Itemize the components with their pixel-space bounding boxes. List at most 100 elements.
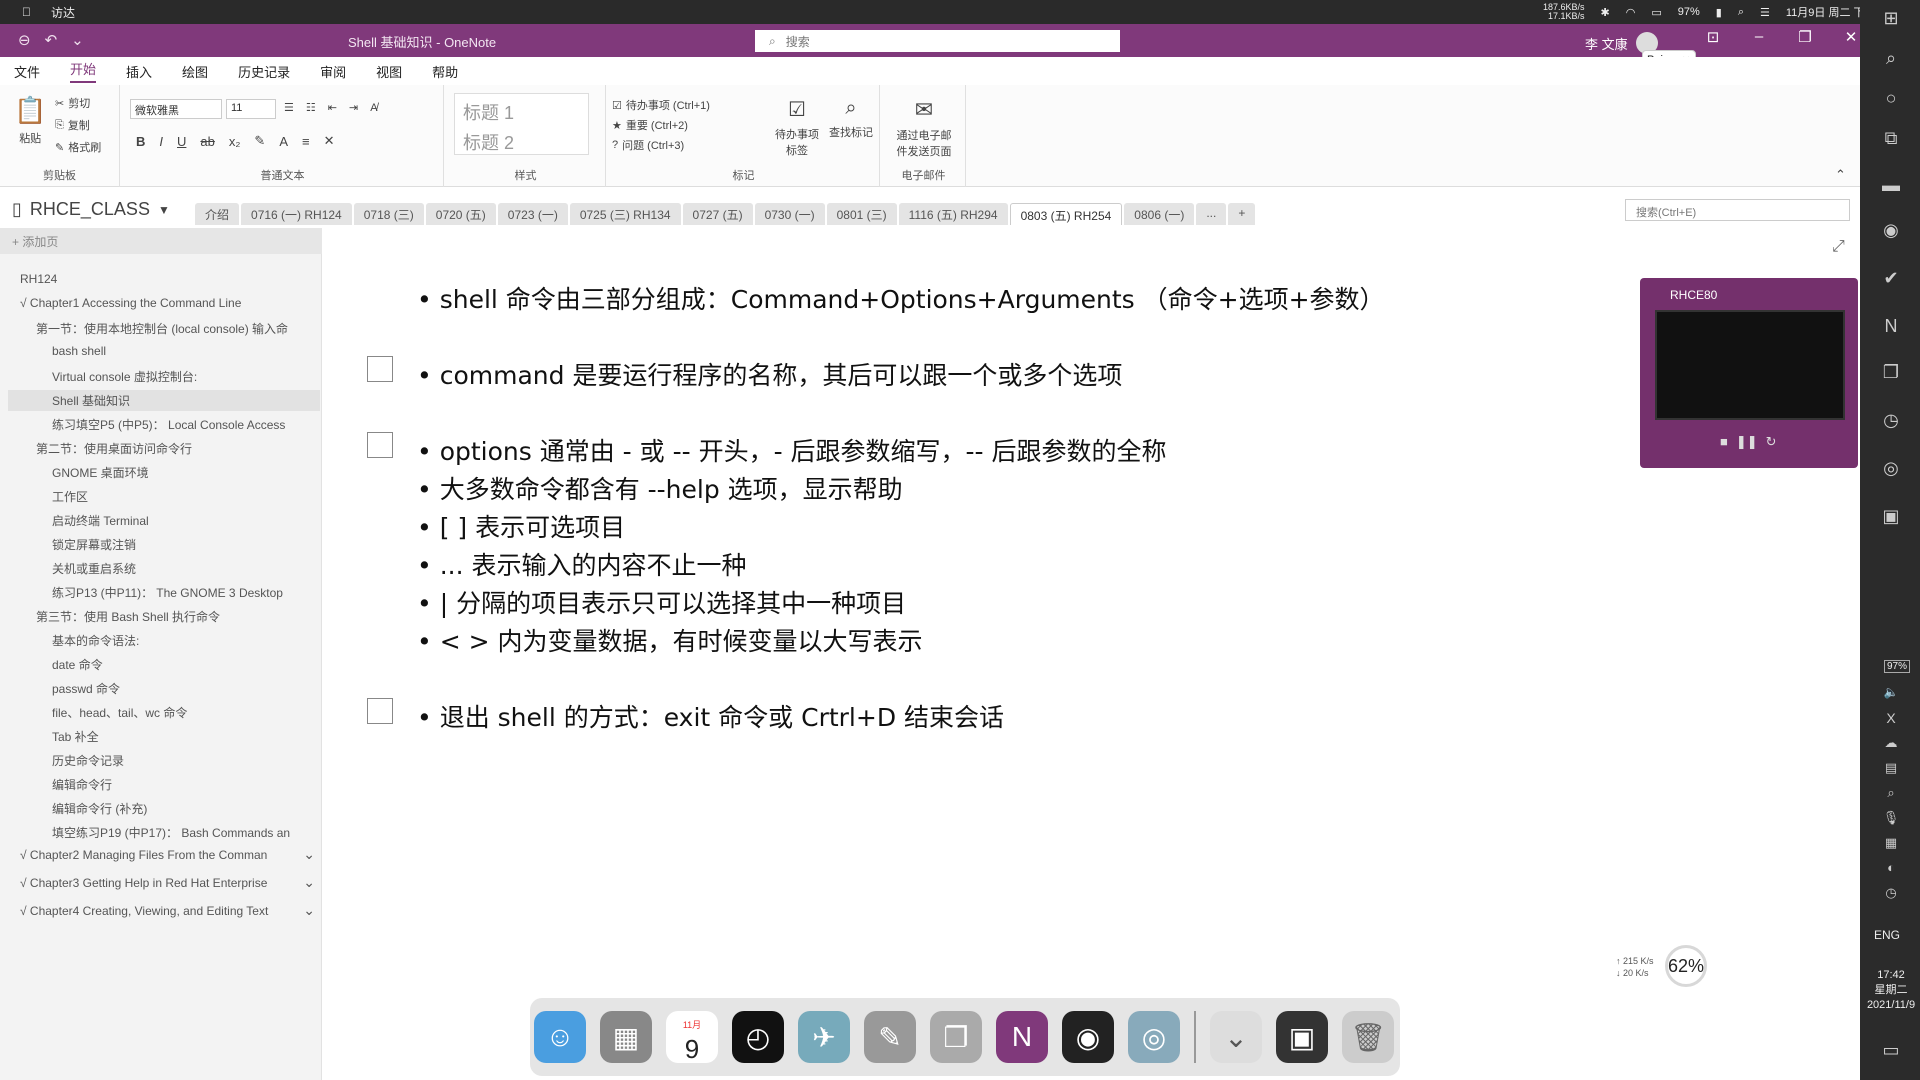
chapter-item[interactable]: √ Chapter3 Getting Help in Red Hat Enter… (20, 876, 292, 890)
vm-screen[interactable] (1655, 310, 1845, 420)
todo-checkbox[interactable] (367, 698, 393, 724)
menu-file[interactable]: 文件 (14, 62, 40, 81)
delete-icon[interactable]: ✕ (324, 133, 335, 149)
bold-icon[interactable]: B (136, 134, 145, 149)
bluetooth-icon[interactable]: ✱ (1601, 6, 1610, 19)
tab-section[interactable]: 0725 (三) RH134 (569, 203, 681, 225)
user-name[interactable]: 李 文康 (1585, 34, 1628, 53)
chevron-down-icon[interactable]: ⌄ (303, 874, 315, 891)
note-line[interactable]: • [ ] 表示可选项目 (417, 508, 625, 544)
tag-question[interactable]: ? 问题 (Ctrl+3) (612, 137, 684, 153)
font-family-select[interactable]: 微软雅黑 (130, 99, 222, 119)
chevron-down-icon[interactable]: ⌄ (303, 846, 315, 863)
minimize-icon[interactable]: – (1736, 28, 1782, 46)
tray-icon[interactable]: ▦ (1878, 835, 1904, 851)
note-line[interactable]: • shell 命令由三部分组成：Command+Options+Argumen… (417, 280, 1385, 316)
ribbon-display-icon[interactable]: ⊡ (1690, 28, 1736, 46)
subscript-icon[interactable]: x₂ (229, 134, 241, 149)
note-line[interactable]: • | 分隔的项目表示只可以选择其中一种项目 (417, 584, 906, 620)
tab-section[interactable]: 0801 (三) (826, 203, 897, 225)
spiral-task-icon[interactable]: ◎ (1878, 458, 1904, 479)
launchpad-icon[interactable]: ▦ (600, 1011, 652, 1063)
outdent-icon[interactable]: ⇤ (328, 101, 337, 114)
styles-gallery[interactable]: 标题 1 标题 2 (454, 93, 589, 155)
screen-icon[interactable]: ▣ (1276, 1011, 1328, 1063)
taskbar-clock[interactable]: 17:42 星期二 2021/11/9 (1862, 968, 1920, 1013)
volume-icon[interactable]: 🔈 (1878, 685, 1904, 699)
format-painter-button[interactable]: ✎ 格式刷 (55, 139, 101, 155)
find-tags-button[interactable]: ⌕ 查找标记 (826, 97, 876, 140)
tray-icon[interactable]: ⌕ (1878, 785, 1904, 801)
vm-preview-window[interactable]: RHCE80 ■ ❚❚ ↻ (1640, 278, 1858, 468)
note-line[interactable]: • options 通常由 - 或 -- 开头，- 后跟参数缩写，-- 后跟参数… (417, 432, 1167, 468)
page-item[interactable]: 基本的命令语法: (52, 632, 352, 649)
notebook-selector[interactable]: ▯ RHCE_CLASS ▼ (12, 199, 170, 220)
windows-start-icon[interactable]: ⊞ (1878, 8, 1904, 29)
x-icon[interactable]: X (1878, 710, 1904, 726)
todo-checkbox[interactable] (367, 432, 393, 458)
cut-button[interactable]: ✂ 剪切 (55, 95, 90, 111)
page-item[interactable]: Tab 补全 (52, 728, 352, 745)
task-view-icon[interactable]: ⧉ (1878, 128, 1904, 149)
finder-menu[interactable]: 访达 (51, 4, 75, 21)
email-page-button[interactable]: ✉ 通过电子邮件发送页面 (892, 97, 956, 159)
feather-icon[interactable]: ✈ (798, 1011, 850, 1063)
page-item[interactable]: 第三节：使用 Bash Shell 执行命令 (36, 608, 336, 625)
calendar-icon[interactable]: 11月 9 (666, 1011, 718, 1063)
cloud-icon[interactable]: ☁ (1878, 735, 1904, 751)
collapse-ribbon-icon[interactable]: ⌃ (1835, 167, 1846, 183)
browser-icon[interactable]: ◉ (1878, 220, 1904, 241)
style-heading2[interactable]: 标题 2 (463, 128, 580, 158)
page-item[interactable]: date 命令 (52, 656, 352, 673)
bullets-icon[interactable]: ☰ (284, 101, 294, 114)
cortana-icon[interactable]: ○ (1878, 88, 1904, 109)
page-item[interactable]: 第一节：使用本地控制台 (local console) 输入命 (36, 320, 336, 337)
todo-tag-button[interactable]: ☑ 待办事项标签 (772, 97, 822, 158)
note-line[interactable]: • 退出 shell 的方式：exit 命令或 Crtrl+D 结束会话 (417, 698, 1004, 734)
tag-important[interactable]: ★ 重要 (Ctrl+2) (612, 117, 688, 133)
undo-icon[interactable]: ↶ (45, 31, 58, 49)
input-language[interactable]: ENG (1874, 928, 1900, 942)
strikethrough-icon[interactable]: ab (200, 134, 214, 149)
add-page-button[interactable]: + 添加页 (0, 228, 322, 254)
menu-view[interactable]: 视图 (376, 62, 402, 81)
battery-indicator[interactable]: 97% (1884, 660, 1911, 673)
menu-home[interactable]: 开始 (70, 59, 97, 83)
clock-task-icon[interactable]: ◷ (1878, 410, 1904, 431)
finder-icon[interactable]: ☺ (534, 1011, 586, 1063)
page-item[interactable]: bash shell (52, 344, 352, 358)
customize-icon[interactable]: ⌄ (71, 31, 84, 49)
tag-todo[interactable]: ☑ 待办事项 (Ctrl+1) (612, 97, 710, 113)
page-item[interactable]: 第二节：使用桌面访问命令行 (36, 440, 336, 457)
display-icon[interactable]: ▭ (1651, 6, 1661, 19)
note-line[interactable]: • command 是要运行程序的名称，其后可以跟一个或多个选项 (417, 356, 1122, 392)
highlight-icon[interactable]: ✎ (254, 133, 265, 149)
tab-section[interactable]: 1116 (五) RH294 (898, 203, 1008, 225)
parallels-icon[interactable]: ❐ (930, 1011, 982, 1063)
app-icon[interactable]: ▬ (1878, 175, 1904, 196)
todo-checkbox[interactable] (367, 356, 393, 382)
tab-add[interactable]: + (1228, 203, 1256, 225)
tab-section[interactable]: 0730 (一) (754, 203, 825, 225)
downloads-icon[interactable]: ⌄ (1210, 1011, 1262, 1063)
tab-section[interactable]: 0720 (五) (425, 203, 496, 225)
page-item[interactable]: 编辑命令行 (补充) (52, 800, 352, 817)
numbering-icon[interactable]: ☷ (306, 101, 316, 114)
stop-icon[interactable]: ■ (1720, 434, 1728, 450)
page-item[interactable]: 编辑命令行 (52, 776, 352, 793)
chapter-item[interactable]: √ Chapter2 Managing Files From the Comma… (20, 848, 292, 862)
underline-icon[interactable]: U (177, 134, 186, 149)
tab-section[interactable]: 0806 (一) (1124, 203, 1195, 225)
onenote-task-icon[interactable]: N (1878, 316, 1904, 337)
page-item[interactable]: 历史命令记录 (52, 752, 352, 769)
tab-section[interactable]: 介绍 (195, 203, 240, 225)
expand-icon[interactable]: ⤢ (1832, 238, 1845, 256)
menu-draw[interactable]: 绘图 (182, 62, 208, 81)
control-center-icon[interactable]: ☰ (1760, 6, 1770, 19)
tab-section[interactable]: 0723 (一) (497, 203, 568, 225)
pen-icon[interactable]: ✎ (864, 1011, 916, 1063)
page-item[interactable]: passwd 命令 (52, 680, 352, 697)
page-item[interactable]: 工作区 (52, 488, 352, 505)
maximize-icon[interactable]: ❐ (1782, 28, 1828, 46)
tray-icon[interactable]: ◐ (1878, 860, 1904, 875)
